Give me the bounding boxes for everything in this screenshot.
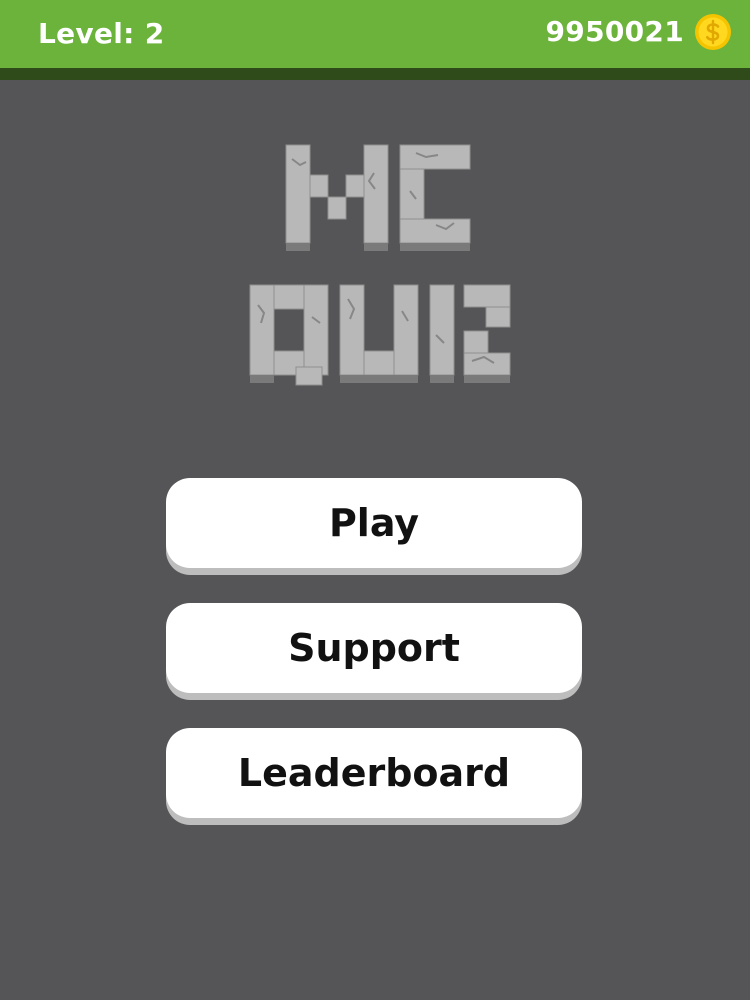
top-bar: Level: 2 9950021 [0,0,750,80]
leaderboard-button[interactable]: Leaderboard [166,728,582,818]
logo-quiz [249,284,511,386]
dollar-coin-icon [695,14,731,50]
coin-count: 9950021 [545,15,684,48]
level-indicator: Level: 2 [38,17,165,50]
leaderboard-button-label: Leaderboard [237,751,511,795]
support-button-label: Support [288,626,460,670]
support-button[interactable]: Support [166,603,582,693]
mc-quiz-logo: MC [249,144,511,386]
play-button[interactable]: Play [166,478,582,568]
play-button-label: Play [328,501,420,545]
coin-counter: 9950021 [546,10,732,54]
